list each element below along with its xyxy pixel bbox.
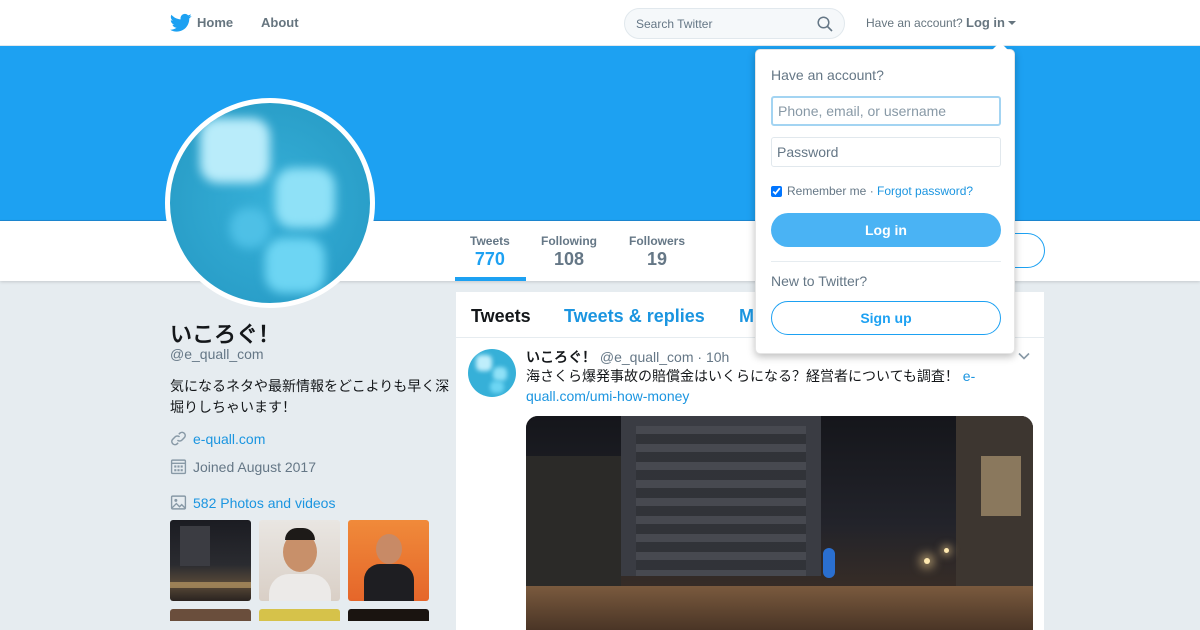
tab-tweets[interactable]: Tweets — [471, 306, 531, 327]
joined-text: Joined August 2017 — [193, 458, 316, 475]
remember-me-checkbox[interactable] — [771, 185, 782, 197]
tweet-media-photo[interactable] — [526, 416, 1033, 630]
login-dropdown-toggle[interactable]: Log in — [966, 15, 1005, 30]
photo-icon — [170, 495, 187, 510]
photo-thumb[interactable] — [348, 520, 429, 601]
stat-tweets[interactable]: Tweets 770 — [470, 234, 510, 270]
profile-joined: Joined August 2017 — [170, 458, 316, 475]
profile-avatar[interactable] — [165, 98, 375, 308]
profile-handle[interactable]: @e_quall_com — [170, 346, 264, 362]
photos-videos-link[interactable]: 582 Photos and videos — [193, 495, 335, 511]
new-to-twitter-text: New to Twitter? — [771, 273, 868, 289]
tweet-timestamp[interactable]: 10h — [706, 349, 729, 365]
nav-home-link[interactable]: Home — [197, 15, 233, 30]
website-link[interactable]: e-quall.com — [193, 431, 265, 447]
stat-followers[interactable]: Followers 19 — [629, 234, 685, 270]
dropdown-divider — [771, 261, 1001, 262]
stat-following[interactable]: Following 108 — [541, 234, 597, 270]
tab-tweets-replies[interactable]: Tweets & replies — [564, 306, 705, 327]
photo-thumb[interactable] — [170, 520, 251, 601]
profile-website: e-quall.com — [170, 430, 265, 447]
stat-value: 19 — [646, 249, 668, 269]
search-box[interactable] — [624, 8, 845, 39]
tweet-header: いころぐ！ @e_quall_com · 10h — [526, 347, 729, 367]
photo-thumb[interactable] — [170, 609, 251, 621]
tab-media[interactable]: M — [739, 306, 754, 327]
tweet-text: 海さくら爆発事故の賠償金はいくらになる？経営者についても調査！ e-quall.… — [526, 366, 1006, 406]
password-field[interactable] — [771, 137, 1001, 167]
profile-bio: 気になるネタや最新情報をどこよりも早く深堀りしちゃいます！ — [170, 378, 450, 415]
twitter-bird-icon[interactable] — [170, 13, 192, 33]
stat-label: Following — [541, 234, 597, 248]
dropdown-title: Have an account? — [771, 67, 884, 83]
remember-me-label[interactable]: Remember me — [787, 184, 866, 198]
login-dropdown: Have an account? Remember me · Forgot pa… — [755, 42, 1015, 354]
profile-name[interactable]: いころぐ！ — [170, 317, 280, 349]
have-account-text: Have an account? — [866, 16, 963, 30]
chevron-down-icon[interactable] — [1017, 349, 1031, 363]
tweet-author-name[interactable]: いころぐ！ — [526, 349, 596, 365]
tweet-avatar[interactable] — [468, 349, 516, 397]
active-stat-underline — [455, 277, 526, 281]
photo-thumb[interactable] — [259, 520, 340, 601]
remember-separator: · — [866, 184, 878, 198]
stat-label: Tweets — [470, 234, 510, 248]
nav-about-link[interactable]: About — [261, 15, 299, 30]
link-icon — [171, 431, 186, 446]
stat-value: 108 — [553, 249, 585, 269]
remember-row: Remember me · Forgot password? — [771, 184, 973, 198]
search-icon[interactable] — [817, 16, 833, 32]
forgot-password-link[interactable]: Forgot password? — [877, 184, 973, 198]
search-input[interactable] — [636, 15, 811, 33]
tweet-author-handle[interactable]: @e_quall_com — [600, 349, 694, 365]
login-button[interactable]: Log in — [771, 213, 1001, 247]
username-field[interactable] — [771, 96, 1001, 126]
caret-down-icon[interactable] — [1008, 21, 1016, 25]
dropdown-arrow — [992, 42, 1008, 50]
tweet-body: 海さくら爆発事故の賠償金はいくらになる？経営者についても調査！ — [526, 368, 963, 384]
top-nav: Home About Have an account? Log in — [0, 0, 1200, 46]
signup-button[interactable]: Sign up — [771, 301, 1001, 335]
stat-value: 770 — [474, 249, 505, 269]
photo-thumb[interactable] — [348, 609, 429, 621]
calendar-icon — [170, 459, 187, 475]
stat-label: Followers — [629, 234, 686, 248]
tweet-separator: · — [697, 349, 703, 365]
photos-videos-header: 582 Photos and videos — [170, 494, 335, 511]
photo-thumb[interactable] — [259, 609, 340, 621]
